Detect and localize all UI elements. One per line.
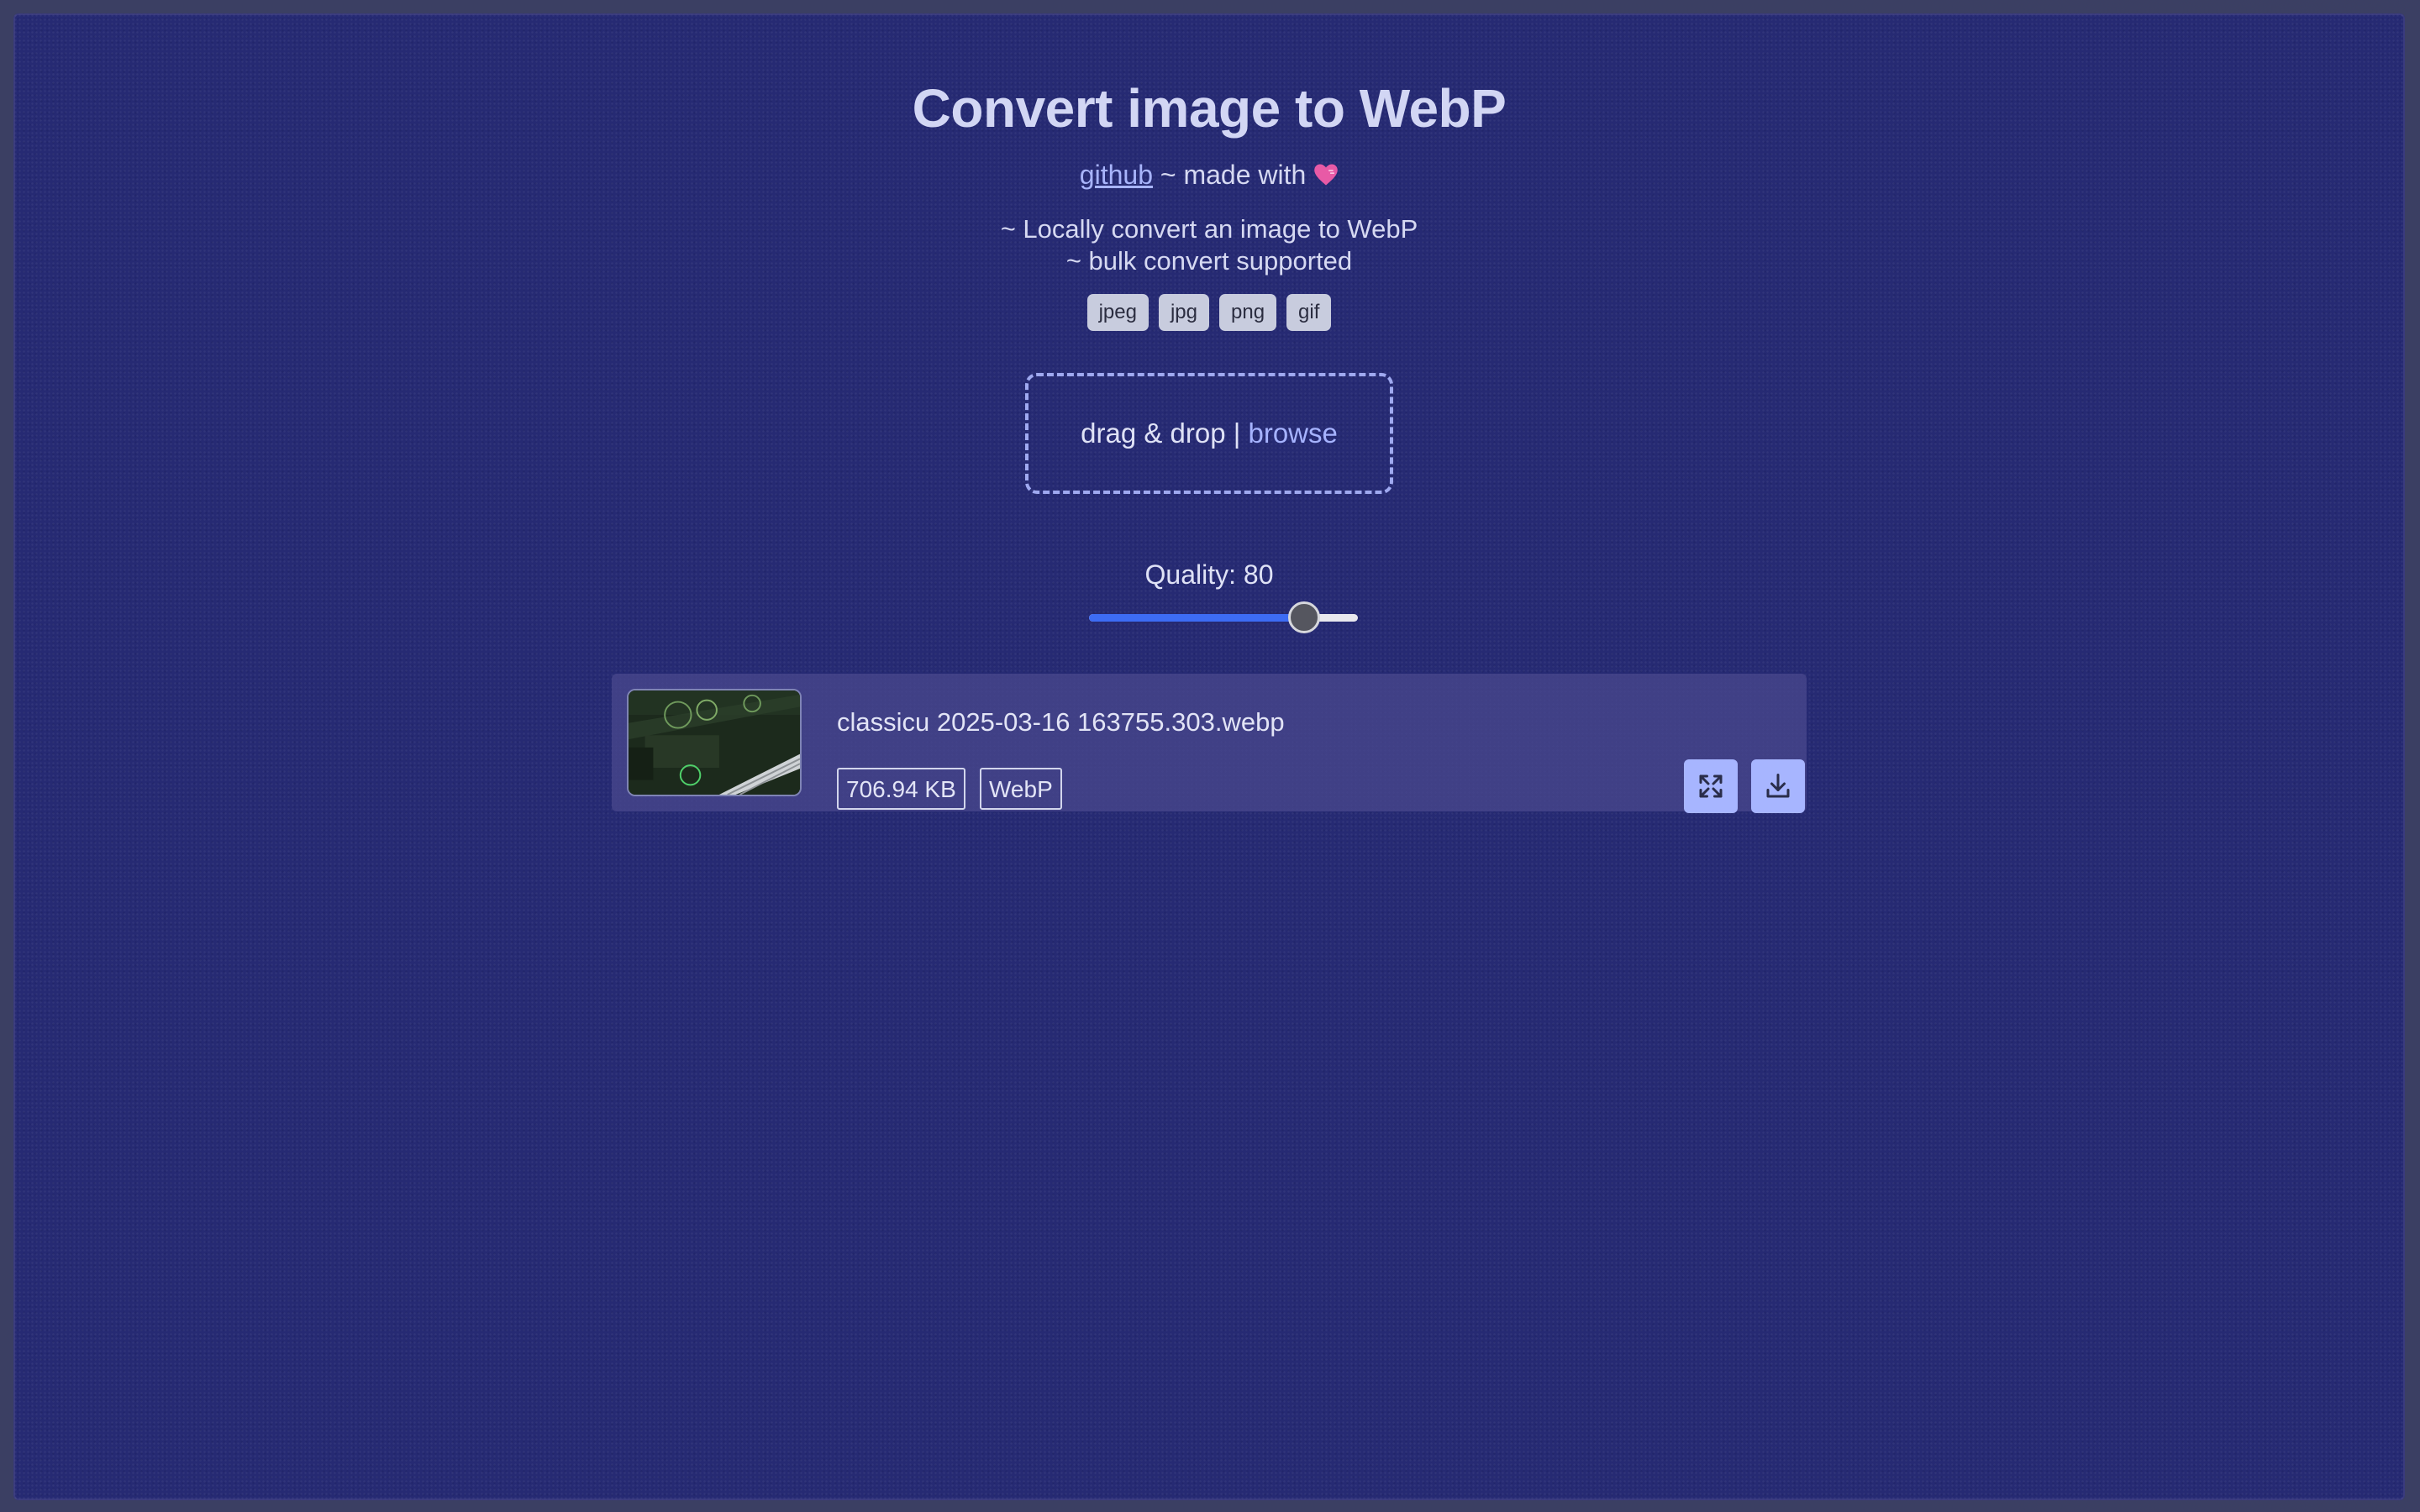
file-name: classicu 2025-03-16 163755.303.webp: [837, 707, 1285, 737]
github-link[interactable]: github: [1080, 160, 1153, 190]
slider-fill: [1089, 614, 1304, 622]
description-line-2: ~ bulk convert supported: [1065, 246, 1353, 276]
description-line-1: ~ Locally convert an image to WebP: [1000, 214, 1418, 244]
drop-zone[interactable]: drag & drop | browse: [1025, 373, 1393, 494]
made-with-text: ~ made with: [1152, 160, 1314, 190]
file-card: classicu 2025-03-16 163755.303.webp 706.…: [612, 674, 1807, 813]
supported-formats: jpeg jpg png gif: [13, 294, 2405, 331]
download-button[interactable]: [1751, 759, 1805, 813]
expand-icon: [1699, 774, 1723, 798]
file-size-badge: 706.94 KB: [837, 768, 965, 810]
byline: github ~ made with: [13, 160, 2405, 191]
drop-zone-text: drag & drop |: [1081, 417, 1249, 449]
file-thumbnail: [627, 689, 802, 796]
quality-label: Quality: 80: [1144, 559, 1274, 590]
page-title: Convert image to WebP: [912, 78, 1507, 139]
expand-preview-button[interactable]: [1684, 759, 1738, 813]
slider-thumb[interactable]: [1288, 601, 1320, 633]
format-chip-jpg: jpg: [1158, 294, 1209, 331]
download-icon: [1766, 774, 1790, 798]
file-format-badge: WebP: [980, 768, 1062, 810]
browse-link[interactable]: browse: [1248, 417, 1337, 449]
format-chip-png: png: [1219, 294, 1277, 331]
format-chip-jpeg: jpeg: [1086, 294, 1149, 331]
format-chip-gif: gif: [1286, 294, 1332, 331]
quality-slider[interactable]: [1089, 601, 1358, 635]
heart-icon: [1313, 162, 1339, 186]
description: ~ Locally convert an image to WebP ~ bul…: [13, 213, 2405, 277]
app-window: Convert image to WebP github ~ made with…: [13, 13, 2405, 1500]
